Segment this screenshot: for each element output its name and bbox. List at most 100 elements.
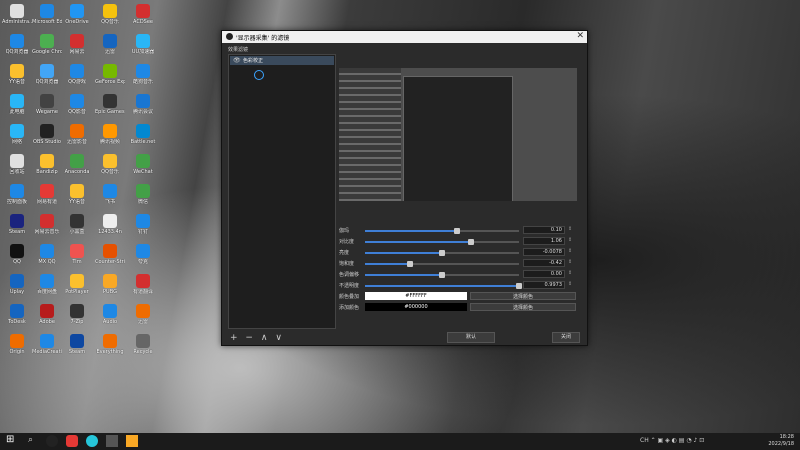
- slider-track[interactable]: [365, 250, 519, 256]
- desktop-icon[interactable]: 腾讯视频: [95, 122, 125, 152]
- system-tray[interactable]: CH ⌃ ▣ ◈ ◐ ▤ ◔ ♪ ⊡: [640, 437, 704, 444]
- desktop-icon[interactable]: YY语音: [2, 62, 32, 92]
- remove-filter-button[interactable]: −: [245, 333, 253, 343]
- desktop-icon[interactable]: UU加速器: [128, 32, 158, 62]
- close-icon[interactable]: ✕: [576, 31, 584, 41]
- start-windows-icon[interactable]: ⊞: [6, 434, 18, 446]
- desktop-icon[interactable]: Microsoft Edge: [32, 2, 62, 32]
- search-icon[interactable]: ⌕: [28, 435, 40, 447]
- slider-handle[interactable]: [515, 283, 522, 289]
- filter-list[interactable]: 👁 色彩校正: [228, 54, 336, 329]
- netease-taskbar-icon[interactable]: [66, 435, 78, 447]
- desktop-icon[interactable]: Wegame: [32, 92, 62, 122]
- slider-handle[interactable]: [454, 228, 461, 234]
- desktop-icon[interactable]: 腾讯会议: [128, 92, 158, 122]
- desktop-icon[interactable]: Audio: [95, 302, 125, 332]
- desktop-icon[interactable]: 小黑盒: [62, 212, 92, 242]
- move-down-button[interactable]: ∨: [275, 333, 282, 343]
- close-button[interactable]: 关闭: [552, 332, 580, 343]
- desktop-icon[interactable]: 夸克: [128, 242, 158, 272]
- desktop-icon[interactable]: QQ音乐: [95, 152, 125, 182]
- slider-handle[interactable]: [439, 250, 445, 256]
- desktop-icon[interactable]: Steam: [62, 332, 92, 362]
- desktop-icon[interactable]: MediaCreation: [32, 332, 62, 362]
- desktop-icon[interactable]: PotPlayer: [62, 272, 92, 302]
- desktop-icon[interactable]: QQ音乐: [95, 2, 125, 32]
- desktop-icon[interactable]: Everything: [95, 332, 125, 362]
- select-color-button[interactable]: 选择颜色: [470, 292, 576, 300]
- desktop-icon[interactable]: Counter-Strike Global Offensive: [95, 242, 125, 272]
- spin-arrows-icon[interactable]: ⇕: [568, 281, 572, 287]
- desktop-icon[interactable]: WeChat: [128, 152, 158, 182]
- spin-arrows-icon[interactable]: ⇕: [568, 237, 572, 243]
- visibility-eye-icon[interactable]: 👁: [233, 57, 241, 64]
- spin-arrows-icon[interactable]: ⇕: [568, 248, 572, 254]
- desktop-icon[interactable]: QQ: [2, 242, 32, 272]
- ime-indicator[interactable]: CH: [640, 437, 649, 444]
- select-color-button[interactable]: 选择颜色: [470, 303, 576, 311]
- dialog-titlebar[interactable]: '显示器采集' 的滤镜 ✕: [222, 31, 587, 43]
- slider-handle[interactable]: [439, 272, 445, 278]
- desktop-icon[interactable]: YY语音: [62, 182, 92, 212]
- slider-track[interactable]: [365, 261, 519, 267]
- spin-arrows-icon[interactable]: ⇕: [568, 270, 572, 276]
- desktop-icon[interactable]: ACDSee: [128, 2, 158, 32]
- value-spinbox[interactable]: 0.10: [523, 226, 565, 234]
- desktop-icon[interactable]: 12433.4n: [95, 212, 125, 242]
- desktop-icon[interactable]: Battle.net: [128, 122, 158, 152]
- desktop-icon[interactable]: Steam: [2, 212, 32, 242]
- desktop-icon[interactable]: 迅雷: [128, 302, 158, 332]
- app-taskbar-icon[interactable]: [86, 435, 98, 447]
- desktop-icon[interactable]: Tim: [62, 242, 92, 272]
- slider-track[interactable]: [365, 239, 519, 245]
- desktop-icon[interactable]: Origin: [2, 332, 32, 362]
- desktop-icon[interactable]: 网易云音乐: [32, 212, 62, 242]
- slider-track[interactable]: [365, 283, 522, 289]
- folder-taskbar-icon[interactable]: [126, 435, 138, 447]
- desktop-icon[interactable]: Bandizip: [32, 152, 62, 182]
- value-spinbox[interactable]: 1.06: [523, 237, 565, 245]
- desktop-icon[interactable]: Recycle: [128, 332, 158, 362]
- desktop-icon[interactable]: 有道翻译: [128, 272, 158, 302]
- filter-item-color-correction[interactable]: 👁 色彩校正: [230, 56, 334, 65]
- desktop-icon[interactable]: GeForce Experience: [95, 62, 125, 92]
- desktop-icon[interactable]: 酷狗音乐: [128, 62, 158, 92]
- desktop-icon[interactable]: Anaconda: [62, 152, 92, 182]
- desktop-icon[interactable]: 网易云: [62, 32, 92, 62]
- add-filter-button[interactable]: +: [230, 333, 238, 343]
- desktop-icon[interactable]: 迅雷: [95, 32, 125, 62]
- spin-arrows-icon[interactable]: ⇕: [568, 226, 572, 232]
- desktop-icon[interactable]: 回收站: [2, 152, 32, 182]
- desktop-icon[interactable]: 迅雷影音: [62, 122, 92, 152]
- desktop-icon[interactable]: 飞书: [95, 182, 125, 212]
- desktop-icon[interactable]: 网易有道: [32, 182, 62, 212]
- desktop-icon[interactable]: 百度网盘: [32, 272, 62, 302]
- value-spinbox[interactable]: 0.9973: [523, 281, 565, 289]
- defaults-button[interactable]: 默认: [447, 332, 495, 343]
- desktop-icon[interactable]: ToDesk: [2, 302, 32, 332]
- slider-handle[interactable]: [406, 261, 413, 267]
- obs-taskbar-icon[interactable]: [46, 435, 58, 447]
- slider-track[interactable]: [365, 228, 519, 234]
- desktop-icon[interactable]: 控制面板: [2, 182, 32, 212]
- move-up-button[interactable]: ∧: [261, 333, 268, 343]
- desktop-icon[interactable]: Epic Games Launcher: [95, 92, 125, 122]
- desktop-icon[interactable]: Adobe: [32, 302, 62, 332]
- desktop-icon[interactable]: QQ浏览器: [32, 62, 62, 92]
- desktop-icon[interactable]: 网络: [2, 122, 32, 152]
- desktop-icon[interactable]: OneDrive: [62, 2, 92, 32]
- desktop-icon[interactable]: 此电脑: [2, 92, 32, 122]
- desktop-icon[interactable]: 微信: [128, 182, 158, 212]
- desktop-icon[interactable]: MX QQ: [32, 242, 62, 272]
- desktop-icon[interactable]: Google Chrome: [32, 32, 62, 62]
- value-spinbox[interactable]: -0.0078: [523, 248, 565, 256]
- slider-track[interactable]: [365, 272, 519, 278]
- desktop-icon[interactable]: Administra…: [2, 2, 32, 32]
- desktop-icon[interactable]: OBS Studio: [32, 122, 62, 152]
- desktop-icon[interactable]: Uplay: [2, 272, 32, 302]
- slider-handle[interactable]: [468, 239, 475, 245]
- desktop-icon[interactable]: QQ浏览器: [2, 32, 32, 62]
- desktop-icon[interactable]: QQ影音: [62, 92, 92, 122]
- desktop-icon[interactable]: 钉钉: [128, 212, 158, 242]
- value-spinbox[interactable]: -0.42: [523, 259, 565, 267]
